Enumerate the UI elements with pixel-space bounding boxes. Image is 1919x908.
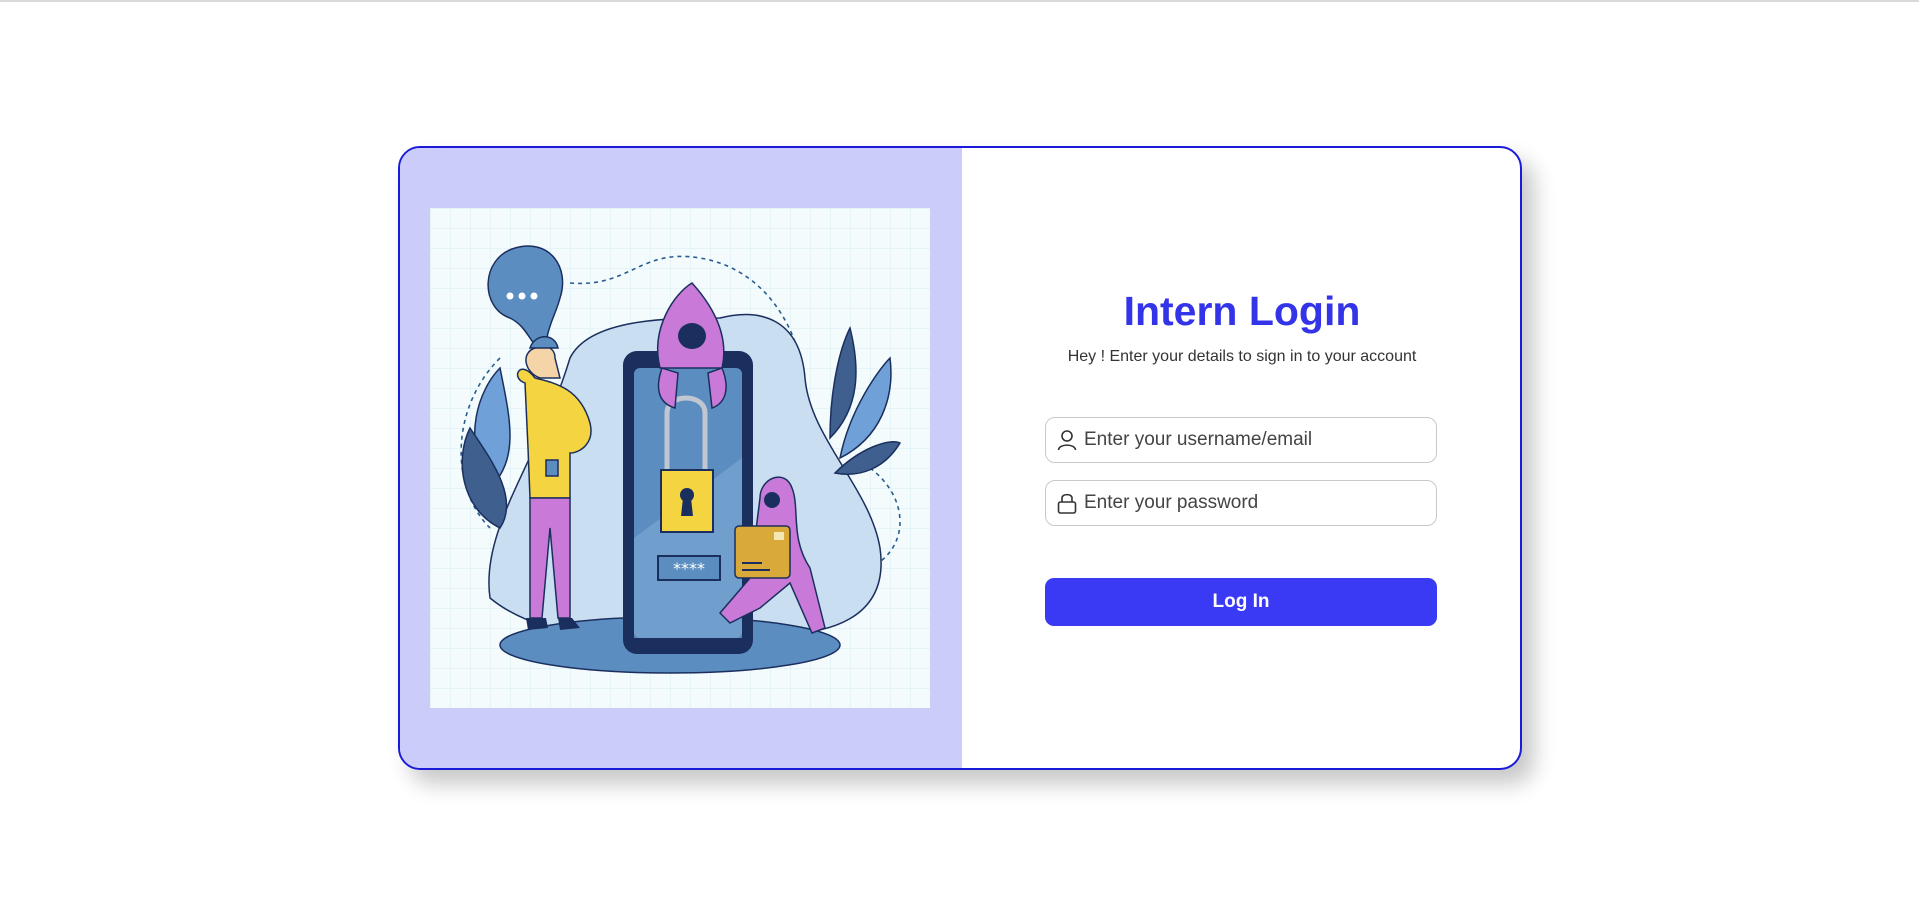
page-title: Intern Login [1123,288,1361,334]
user-icon [1056,429,1078,451]
username-field[interactable] [1045,417,1437,463]
page-subtitle: Hey ! Enter your details to sign in to y… [1067,348,1417,365]
illustration-panel: **** [400,148,962,768]
security-illustration: **** [430,208,930,708]
lock-icon [1056,492,1078,514]
security-phone-illustration: **** [430,208,930,708]
login-card: **** Intern Login Hey ! Enter your detai… [398,146,1522,770]
username-input[interactable] [1084,429,1424,451]
password-input[interactable] [1084,492,1424,514]
password-mask-text: **** [673,559,705,578]
login-form-panel: Intern Login Hey ! Enter your details to… [962,148,1520,768]
login-button[interactable]: Log In [1045,578,1437,626]
password-field[interactable] [1045,480,1437,526]
top-divider [0,0,1919,2]
